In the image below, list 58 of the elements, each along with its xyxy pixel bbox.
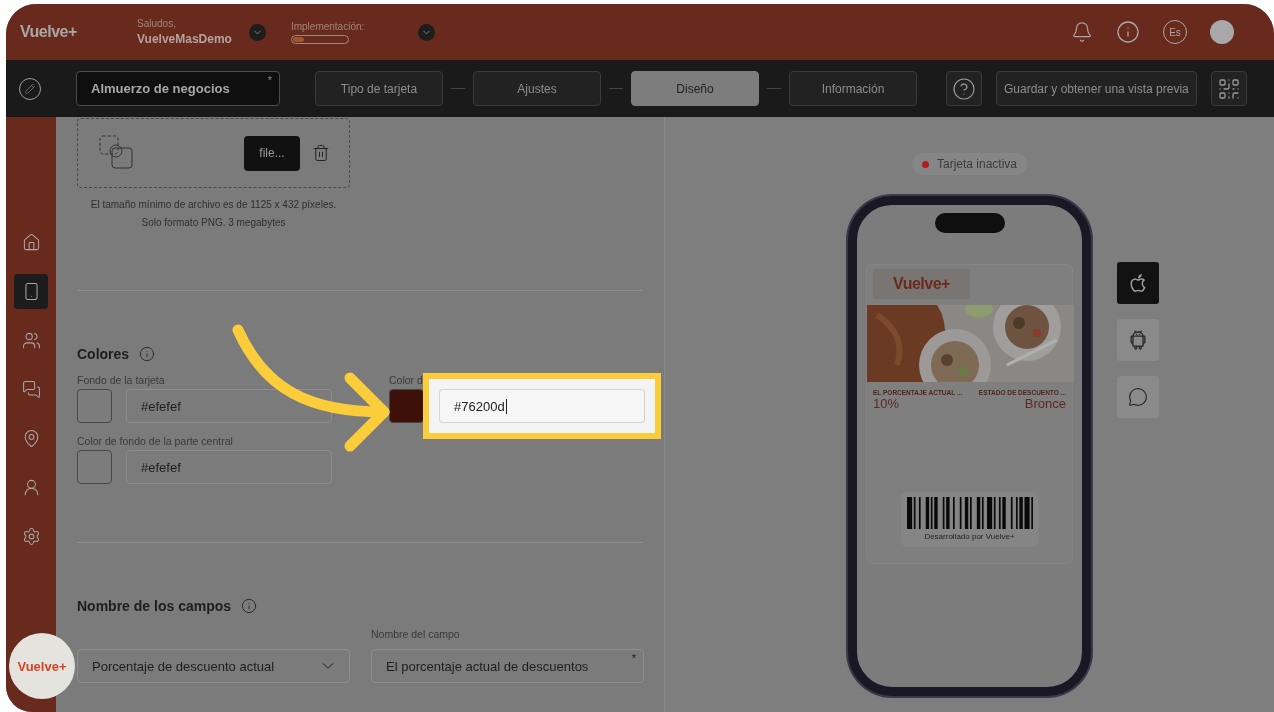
qr-code-icon — [1216, 76, 1241, 101]
bell-icon[interactable] — [1071, 21, 1093, 43]
format-caption: Solo formato PNG. 3 megabytes — [140, 216, 287, 230]
size-caption: El tamaño mínimo de archivo es de 1125 x 432 píxeles. — [89, 198, 338, 212]
info-icon[interactable] — [139, 346, 156, 362]
card-logo: Vuelve+ — [873, 269, 970, 299]
field-label: Fondo de la tarjeta — [77, 374, 165, 388]
platform-button[interactable] — [1117, 319, 1159, 361]
camera-notch — [934, 213, 1005, 233]
logo: Vuelve+ — [20, 23, 78, 41]
required-marker: * — [267, 74, 272, 86]
field-label: Color d — [389, 374, 423, 388]
card-field-value: 10% — [873, 396, 900, 411]
platform-button[interactable] — [1117, 262, 1159, 304]
color-swatch[interactable] — [77, 450, 112, 484]
help-button[interactable] — [946, 71, 982, 106]
barcode-icon — [906, 497, 1033, 529]
delete-icon[interactable] — [312, 144, 330, 162]
implementation-label: Implementación: — [290, 20, 365, 32]
color-swatch[interactable] — [77, 389, 112, 423]
arrow-icon — [232, 324, 390, 452]
settings-icon — [21, 527, 41, 546]
field-label: Color de fondo de la parte central — [77, 435, 233, 449]
step-tab[interactable]: Tipo de tarjeta — [315, 71, 443, 106]
info-icon[interactable] — [241, 598, 258, 614]
status-label: Tarjeta inactiva — [936, 157, 1017, 171]
chat-icon — [21, 380, 41, 399]
chat-bubble-icon — [1128, 387, 1148, 407]
android-icon — [1127, 329, 1149, 351]
color-input[interactable]: #efefef — [126, 389, 332, 423]
image-upload-icon — [98, 134, 136, 172]
color-input[interactable]: #76200d — [439, 389, 645, 423]
field-select[interactable]: Porcentaje de descuento actual — [77, 649, 350, 683]
platform-button[interactable] — [1117, 376, 1159, 418]
help-icon — [952, 76, 976, 101]
color-input[interactable]: #efefef — [126, 450, 332, 484]
card-name-field[interactable]: Almuerzo de negocios * — [76, 71, 280, 106]
powered-by-text: Desarrollado por Vuelve+ — [924, 532, 1015, 541]
user-name: VuelveMasDemo — [137, 32, 232, 46]
section-title: Colores — [77, 346, 130, 362]
greeting-label: Saludos, — [137, 18, 177, 29]
info-icon[interactable] — [1116, 20, 1140, 44]
sidebar-item[interactable] — [14, 274, 48, 309]
step-tab[interactable]: Información — [789, 71, 917, 106]
users-icon — [21, 331, 41, 350]
field-label: Nombre del campo — [371, 628, 460, 642]
color-swatch[interactable] — [389, 389, 424, 423]
file-button[interactable]: file... — [244, 135, 300, 171]
step-tab[interactable]: Diseño — [631, 71, 759, 106]
step-tab[interactable]: Ajustes — [473, 71, 601, 106]
home-icon — [21, 233, 41, 252]
avatar[interactable] — [1210, 20, 1234, 44]
save-preview-button[interactable]: Guardar y obtener una vista previa — [996, 71, 1197, 106]
qr-code-button[interactable] — [1210, 71, 1247, 106]
upload-area[interactable]: file... — [77, 118, 350, 188]
section-title: Nombre de los campos — [77, 598, 232, 614]
field-name-input[interactable]: El porcentaje actual de descuentos * — [371, 649, 644, 683]
card-field-value: Bronce — [1024, 396, 1066, 411]
